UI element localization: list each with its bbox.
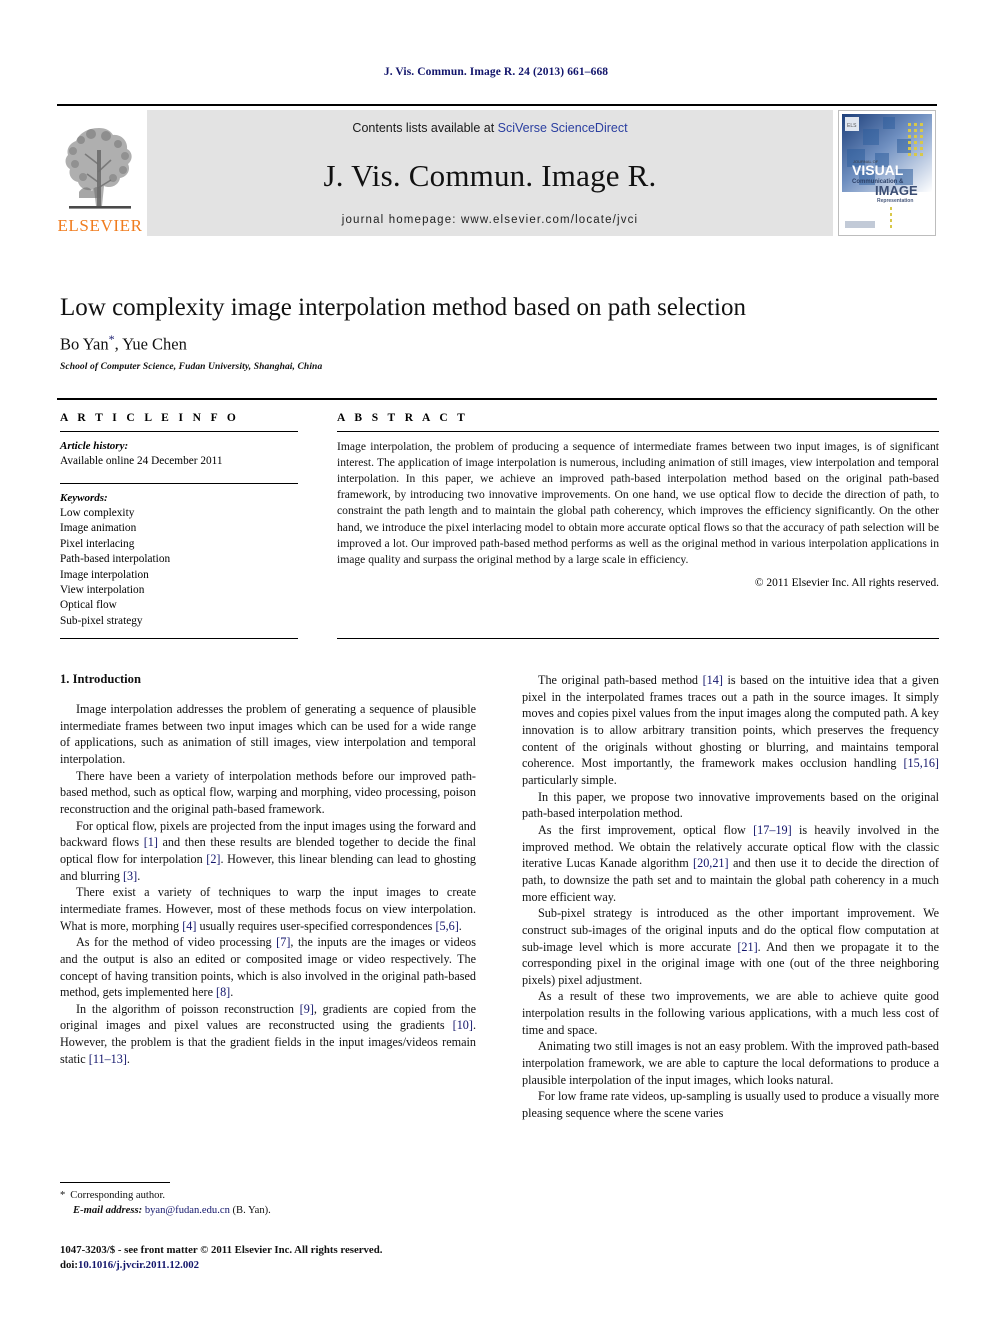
cover-line5: Representation: [877, 198, 913, 204]
abstract-rule: [337, 431, 939, 432]
paragraph: There have been a variety of interpolati…: [60, 768, 476, 816]
footnote-block: * Corresponding author. E-mail address: b…: [60, 1188, 480, 1218]
keyword-item: Image interpolation: [60, 568, 149, 581]
email-link[interactable]: byan@fudan.edu.cn: [145, 1205, 230, 1216]
paragraph: Animating two still images is not an eas…: [522, 1039, 939, 1087]
body-column-right: The original path-based method [14] is b…: [522, 672, 939, 1122]
corresponding-author-text: Corresponding author.: [70, 1190, 166, 1201]
email-owner: (B. Yan).: [232, 1205, 271, 1217]
article-info-column: A R T I C L E I N F O Article history: A…: [60, 412, 298, 629]
paragraph: The original path-based method [14] is b…: [522, 673, 940, 787]
article-history: Article history: Available online 24 Dec…: [60, 439, 298, 470]
author-primary: Bo Yan: [60, 334, 109, 354]
elsevier-logo: ELSEVIER: [57, 110, 143, 236]
issn-line: 1047-3203/$ - see front matter © 2011 El…: [60, 1244, 383, 1256]
keyword-item: View interpolation: [60, 583, 145, 596]
imprint-block: 1047-3203/$ - see front matter © 2011 El…: [60, 1243, 520, 1274]
citation-ref[interactable]: [17–19]: [753, 823, 792, 837]
author-secondary: , Yue Chen: [114, 334, 187, 354]
paper-page: J. Vis. Commun. Image R. 24 (2013) 661–6…: [0, 0, 992, 1323]
paragraph: In this paper, we propose two innovative…: [522, 789, 939, 821]
body-column-left: 1. Introduction Image interpolation addr…: [60, 672, 476, 1067]
sciencedirect-link[interactable]: SciVerse ScienceDirect: [498, 121, 628, 135]
citation-ref[interactable]: [7]: [276, 935, 290, 949]
citation-ref[interactable]: [20,21]: [693, 856, 729, 870]
elsevier-tree-icon: [65, 128, 132, 209]
abstract-text: Image interpolation, the problem of prod…: [337, 440, 939, 566]
author-list: Bo Yan*, Yue Chen: [60, 332, 187, 355]
contents-available-line: Contents lists available at SciVerse Sci…: [352, 121, 627, 135]
paragraph: There exist a variety of techniques to w…: [60, 885, 476, 933]
band-top-rule: [57, 398, 937, 400]
email-label: E-mail address:: [73, 1205, 143, 1217]
paragraph: As a result of these two improvements, w…: [522, 989, 939, 1037]
citation-ref[interactable]: [4]: [182, 919, 196, 933]
journal-masthead: ELSEVIER Contents lists available at Sci…: [57, 104, 937, 236]
corresponding-author-note: * Corresponding author.: [60, 1188, 480, 1203]
page-title: Low complexity image interpolation metho…: [60, 294, 746, 321]
cover-line2: VISUAL: [852, 162, 904, 178]
journal-cover-image: ELS JOURNAL OF VISUAL Communication & IM…: [838, 110, 936, 236]
paragraph: In the algorithm of poisson reconstructi…: [60, 1001, 476, 1066]
keyword-item: Optical flow: [60, 599, 117, 612]
doi-line: doi:10.1016/j.jvcir.2011.12.002: [60, 1258, 520, 1273]
cover-artwork: ELS JOURNAL OF VISUAL Communication & IM…: [839, 111, 935, 235]
masthead-center: Contents lists available at SciVerse Sci…: [147, 110, 833, 236]
citation-ref[interactable]: [5,6]: [435, 919, 458, 933]
paragraph: Image interpolation addresses the proble…: [60, 702, 476, 766]
keyword-item: Sub-pixel strategy: [60, 614, 143, 627]
paragraph: As the first improvement, optical flow […: [522, 822, 939, 904]
journal-homepage-line[interactable]: journal homepage: www.elsevier.com/locat…: [342, 214, 638, 226]
running-head: J. Vis. Commun. Image R. 24 (2013) 661–6…: [383, 66, 609, 78]
citation-ref[interactable]: [10]: [453, 1018, 473, 1032]
info-rule-1: [60, 431, 298, 432]
footnote-star-icon: *: [60, 1190, 66, 1201]
paragraph: Sub-pixel strategy is introduced as the …: [522, 906, 939, 987]
abstract-copyright: © 2011 Elsevier Inc. All rights reserved…: [754, 576, 939, 589]
paragraph: As for the method of video processing [7…: [60, 935, 476, 1000]
doi-label: doi:: [60, 1259, 78, 1272]
citation-ref[interactable]: [1]: [144, 835, 158, 849]
keyword-item: Low complexity: [60, 507, 135, 520]
article-info-heading: A R T I C L E I N F O: [60, 412, 240, 424]
info-rule-2: [60, 482, 298, 484]
abstract-column: A B S T R A C T Image interpolation, the…: [337, 412, 939, 589]
keyword-item: Image animation: [60, 522, 137, 535]
article-history-value: Available online 24 December 2011: [60, 455, 223, 468]
keywords-label: Keywords:: [60, 491, 108, 504]
citation-ref[interactable]: [8]: [216, 985, 230, 999]
paragraph: For low frame rate videos, up-sampling i…: [522, 1089, 939, 1121]
citation-ref[interactable]: [9]: [300, 1002, 314, 1016]
doi-link[interactable]: 10.1016/j.jvcir.2011.12.002: [78, 1259, 199, 1271]
keyword-item: Path-based interpolation: [60, 553, 171, 566]
keywords-list: Low complexity Image animation Pixel int…: [60, 506, 298, 629]
citation-ref[interactable]: [21]: [737, 940, 757, 954]
section-heading-introduction: 1. Introduction: [60, 672, 141, 686]
abstract-heading: A B S T R A C T: [337, 412, 469, 424]
citation-ref[interactable]: [11–13]: [89, 1052, 127, 1066]
citation-ref[interactable]: [15,16]: [903, 756, 939, 770]
band-bottom-rule-right: [337, 638, 939, 639]
keywords-block: Keywords: Low complexity Image animation…: [60, 491, 298, 629]
svg-text:ELS: ELS: [847, 123, 857, 129]
affiliation: School of Computer Science, Fudan Univer…: [60, 362, 323, 372]
band-bottom-rule-left: [60, 638, 298, 639]
citation-ref[interactable]: [2]: [206, 852, 220, 866]
email-note: E-mail address: byan@fudan.edu.cn (B. Ya…: [60, 1203, 480, 1218]
citation-ref[interactable]: [3]: [123, 869, 137, 883]
contents-prefix: Contents lists available at: [352, 121, 498, 135]
journal-title: J. Vis. Commun. Image R.: [323, 158, 657, 193]
journal-cover-block: ELS JOURNAL OF VISUAL Communication & IM…: [837, 110, 937, 236]
article-history-label: Article history:: [60, 440, 129, 452]
footnote-rule: [60, 1182, 170, 1183]
elsevier-wordmark: ELSEVIER: [57, 216, 143, 235]
paragraph: For optical flow, pixels are projected f…: [60, 818, 477, 883]
cover-line4: IMAGE: [875, 183, 918, 198]
keyword-item: Pixel interlacing: [60, 537, 135, 550]
citation-ref[interactable]: [14]: [703, 673, 723, 687]
